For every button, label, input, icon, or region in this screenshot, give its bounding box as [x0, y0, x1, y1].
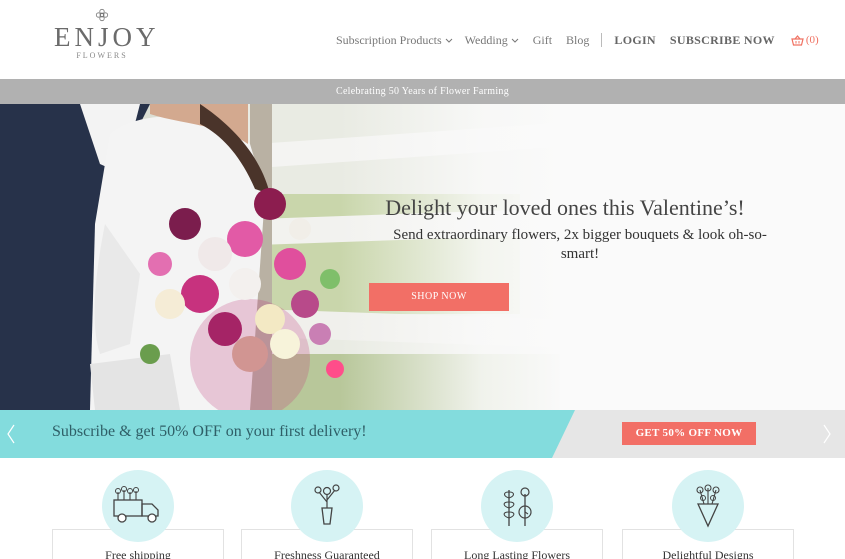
hero-banner: Delight your loved ones this Valentine’s…	[0, 104, 845, 410]
features-row: Free shipping Freshness Guaranteed Long …	[0, 458, 845, 559]
feature-free-shipping: Free shipping	[52, 458, 224, 559]
feature-label: Free shipping	[105, 548, 171, 559]
chevron-down-icon	[511, 38, 519, 43]
chevron-right-icon[interactable]	[822, 424, 832, 444]
nav-item-subscription-products[interactable]: Subscription Products	[336, 33, 453, 48]
feature-icon-circle	[672, 470, 744, 542]
subscribe-now-link[interactable]: SUBSCRIBE NOW	[670, 33, 775, 48]
flower-vase-icon	[314, 484, 340, 525]
get-50-off-button[interactable]: GET 50% OFF NOW	[622, 422, 756, 445]
chevron-left-icon[interactable]	[6, 424, 16, 444]
feature-icon-circle	[481, 470, 553, 542]
promo-text: Subscribe & get 50% OFF on your first de…	[52, 423, 367, 440]
cart-count: (0)	[805, 34, 819, 46]
login-link[interactable]: LOGIN	[614, 33, 656, 48]
feature-long-lasting-flowers: Long Lasting Flowers	[431, 458, 603, 559]
flower-stems-icon	[503, 487, 532, 526]
nav-item-label: Subscription Products	[336, 32, 442, 47]
hero-subtitle: Send extraordinary flowers, 2x bigger bo…	[393, 227, 767, 262]
feature-label: Delightful Designs	[662, 548, 754, 559]
logo-flower-icon	[95, 8, 109, 22]
shop-now-button[interactable]: SHOP NOW	[369, 283, 509, 311]
feature-delightful-designs: Delightful Designs	[622, 458, 794, 559]
feature-icon-circle	[102, 470, 174, 542]
feature-icon-circle	[291, 470, 363, 542]
brand-logo[interactable]: ENJOY FLOWERS	[54, 8, 160, 68]
nav-item-label: Blog	[566, 32, 590, 47]
feature-freshness-guaranteed: Freshness Guaranteed	[241, 458, 413, 559]
brand-name: ENJOY	[54, 22, 160, 52]
flower-truck-icon	[113, 486, 159, 523]
nav-divider	[601, 33, 603, 47]
announcement-bar: Celebrating 50 Years of Flower Farming	[0, 79, 845, 104]
site-header: ENJOY FLOWERS Subscription Products Wedd…	[0, 0, 845, 78]
bouquet-icon	[696, 484, 720, 528]
nav-item-label: Gift	[532, 32, 553, 47]
cart-link[interactable]: (0)	[791, 34, 819, 46]
feature-label: Freshness Guaranteed	[274, 548, 380, 559]
brand-tagline: FLOWERS	[76, 51, 128, 60]
feature-label: Long Lasting Flowers	[464, 548, 570, 559]
main-nav: Subscription Products Wedding Gift Blog …	[336, 32, 819, 48]
chevron-down-icon	[445, 38, 453, 43]
shopping-basket-icon	[791, 34, 804, 46]
nav-item-gift[interactable]: Gift	[533, 33, 552, 48]
nav-item-label: Wedding	[464, 32, 508, 47]
promo-slider: Subscribe & get 50% OFF on your first de…	[0, 410, 845, 458]
nav-item-blog[interactable]: Blog	[566, 33, 589, 48]
nav-item-wedding[interactable]: Wedding	[465, 33, 519, 48]
hero-title: Delight your loved ones this Valentine’s…	[385, 195, 745, 220]
